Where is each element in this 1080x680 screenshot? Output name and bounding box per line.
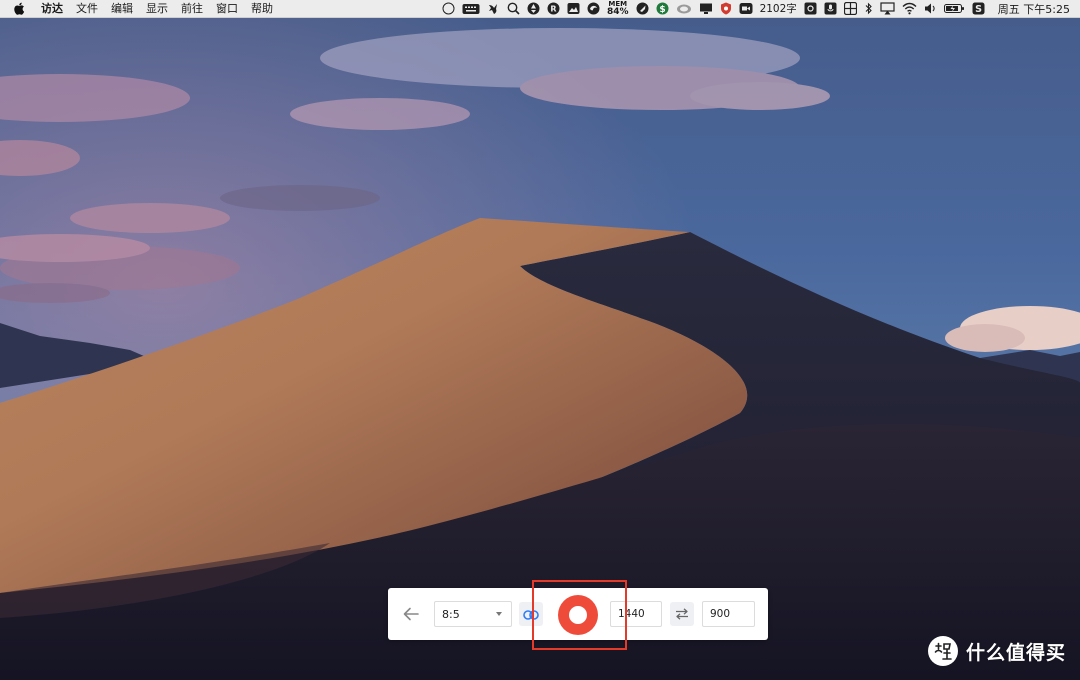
- battery-icon[interactable]: [943, 2, 965, 15]
- menu-go[interactable]: 前往: [174, 0, 209, 18]
- sogou-input-icon[interactable]: S: [972, 2, 985, 15]
- r-circle-icon[interactable]: R: [547, 2, 560, 15]
- swirl-icon[interactable]: [587, 2, 600, 15]
- watermark-text: 什么值得买: [965, 641, 1066, 664]
- height-input[interactable]: [702, 601, 755, 627]
- menu-window[interactable]: 窗口: [209, 0, 244, 18]
- airplay-icon[interactable]: [880, 2, 895, 15]
- memory-indicator[interactable]: MEM 84%: [607, 0, 629, 17]
- microphone-icon[interactable]: [824, 2, 837, 15]
- keyboard-icon[interactable]: [462, 2, 480, 15]
- screenshot-icon[interactable]: [804, 2, 817, 15]
- menu-help[interactable]: 帮助: [244, 0, 279, 18]
- aperture-icon[interactable]: [527, 2, 540, 15]
- word-count[interactable]: 2102字: [760, 1, 797, 16]
- apple-logo-icon[interactable]: [12, 2, 26, 15]
- search-chat-icon[interactable]: [507, 2, 520, 15]
- menu-view[interactable]: 显示: [139, 0, 174, 18]
- menu-edit[interactable]: 编辑: [104, 0, 139, 18]
- image-app-icon[interactable]: [567, 2, 580, 15]
- arrow-left-icon: [403, 606, 419, 625]
- wifi-icon[interactable]: [902, 2, 917, 15]
- swap-dimensions-button[interactable]: [670, 602, 694, 626]
- display-icon[interactable]: [699, 2, 713, 15]
- volume-icon[interactable]: [924, 2, 937, 15]
- bird-icon[interactable]: [487, 2, 500, 15]
- menu-bar: 访达 文件 编辑 显示 前往 窗口 帮助 R MEM 84% $ 2102字 S…: [0, 0, 1080, 18]
- circle-status-icon[interactable]: [442, 2, 455, 15]
- video-camera-icon[interactable]: [739, 2, 753, 15]
- watermark: 什么值得买: [927, 636, 1066, 666]
- highlight-box: [532, 580, 627, 650]
- grid-icon[interactable]: [843, 2, 857, 15]
- smzdm-logo-icon: [927, 636, 958, 666]
- swap-arrows-icon: [675, 605, 689, 624]
- aspect-ratio-value: 8:5: [442, 607, 460, 621]
- shield-icon[interactable]: [720, 2, 732, 15]
- svg-text:S: S: [975, 4, 982, 15]
- chevron-down-icon: [496, 612, 502, 616]
- menu-finder[interactable]: 访达: [34, 0, 69, 18]
- cloud-icon[interactable]: [676, 2, 692, 15]
- memory-value: 84%: [607, 6, 629, 17]
- back-button[interactable]: [400, 604, 422, 626]
- aspect-ratio-select[interactable]: 8:5: [434, 601, 512, 627]
- bluetooth-icon[interactable]: [864, 2, 873, 15]
- menu-clock[interactable]: 周五 下午5:25: [998, 1, 1070, 17]
- svg-text:R: R: [550, 5, 556, 14]
- rocket-icon[interactable]: [636, 2, 649, 15]
- svg-text:$: $: [659, 5, 665, 15]
- dollar-icon[interactable]: $: [656, 2, 669, 15]
- menu-file[interactable]: 文件: [69, 0, 104, 18]
